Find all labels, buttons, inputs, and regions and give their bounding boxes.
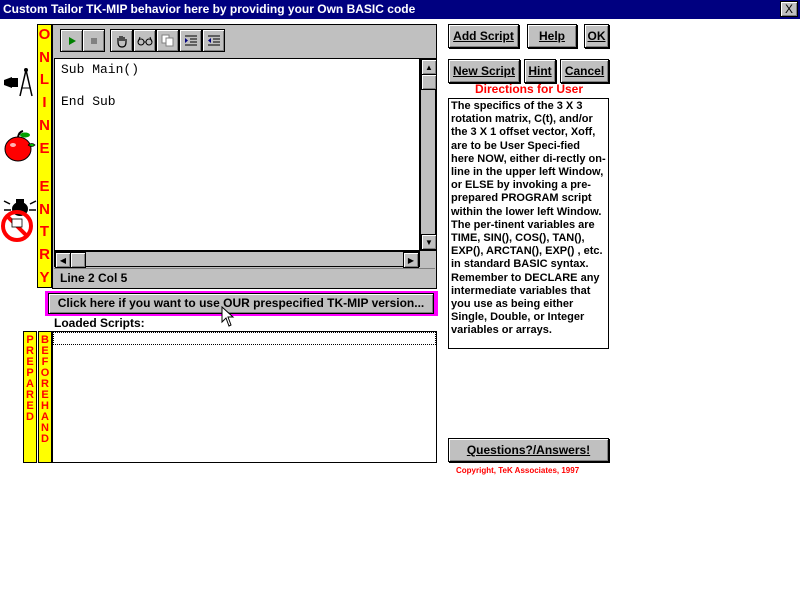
close-button[interactable]: X <box>780 1 798 17</box>
editor-toolbar <box>54 26 435 56</box>
code-editor[interactable]: Sub Main() End Sub <box>54 58 420 251</box>
stop-icon[interactable] <box>82 29 105 52</box>
questions-answers-button[interactable]: Questions?/Answers! <box>448 438 609 462</box>
mouse-cursor-icon <box>221 305 235 328</box>
strip-letter: E <box>39 178 50 196</box>
strip-letter: R <box>39 246 50 264</box>
indent-icon[interactable] <box>179 29 202 52</box>
strip-letter: L <box>39 71 50 89</box>
horizontal-scrollbar[interactable]: ◀ ▶ <box>54 251 420 268</box>
help-button[interactable]: Help <box>527 24 577 48</box>
apple-worm-icon[interactable] <box>2 128 38 164</box>
strip-letter: N <box>39 48 50 66</box>
loaded-scripts-list[interactable] <box>52 331 437 463</box>
strip-letter: N <box>39 116 50 134</box>
copyright-text: Copyright, TeK Associates, 1997 <box>456 466 580 475</box>
strip-letter: D <box>41 433 49 445</box>
new-script-button[interactable]: New Script <box>448 59 520 83</box>
hand-icon[interactable] <box>110 29 133 52</box>
strip-letter: Y <box>39 268 50 286</box>
list-selection-focus <box>53 332 436 345</box>
directions-text: The specifics of the 3 X 3 rotation matr… <box>448 98 609 349</box>
cursor-position-status: Line 2 Col 5 <box>54 268 435 287</box>
strip-letter: O <box>38 26 51 43</box>
scroll-up-icon[interactable]: ▲ <box>421 59 437 75</box>
strip-letter: T <box>39 223 50 241</box>
strip-letter: D <box>26 411 34 423</box>
loaded-scripts-label: Loaded Scripts: <box>54 316 145 330</box>
scroll-left-icon[interactable]: ◀ <box>55 252 71 268</box>
strip-letter: N <box>39 200 50 218</box>
glasses-icon[interactable] <box>133 29 156 52</box>
outdent-icon[interactable] <box>202 29 225 52</box>
cancel-button[interactable]: Cancel <box>560 59 609 83</box>
strip-letter: I <box>42 94 47 112</box>
add-script-button[interactable]: Add Script <box>448 24 519 48</box>
hscroll-thumb[interactable] <box>70 252 86 268</box>
window-title: Custom Tailor TK-MIP behavior here by pr… <box>0 0 800 19</box>
run-icon[interactable] <box>60 29 83 52</box>
vertical-scrollbar[interactable]: ▲ ▼ <box>420 58 437 251</box>
prespecified-version-button[interactable]: Click here if you want to use OUR prespe… <box>48 293 434 314</box>
hint-button[interactable]: Hint <box>524 59 556 83</box>
scroll-down-icon[interactable]: ▼ <box>421 234 437 250</box>
ok-button[interactable]: OK <box>584 24 609 48</box>
strip-letter: E <box>39 139 50 157</box>
online-entry-strip: O N L I N E E N T R Y <box>37 24 52 288</box>
copy-icon[interactable] <box>156 29 179 52</box>
prepared-strip: P R E P A R E D <box>23 331 37 463</box>
directions-title: Directions for User <box>474 82 584 96</box>
scroll-right-icon[interactable]: ▶ <box>403 252 419 268</box>
scroll-thumb[interactable] <box>421 74 437 90</box>
no-bug-icon[interactable] <box>0 194 40 242</box>
telescope-compass-icon[interactable] <box>2 66 36 100</box>
beforehand-strip: B E F O R E H A N D <box>38 331 52 463</box>
